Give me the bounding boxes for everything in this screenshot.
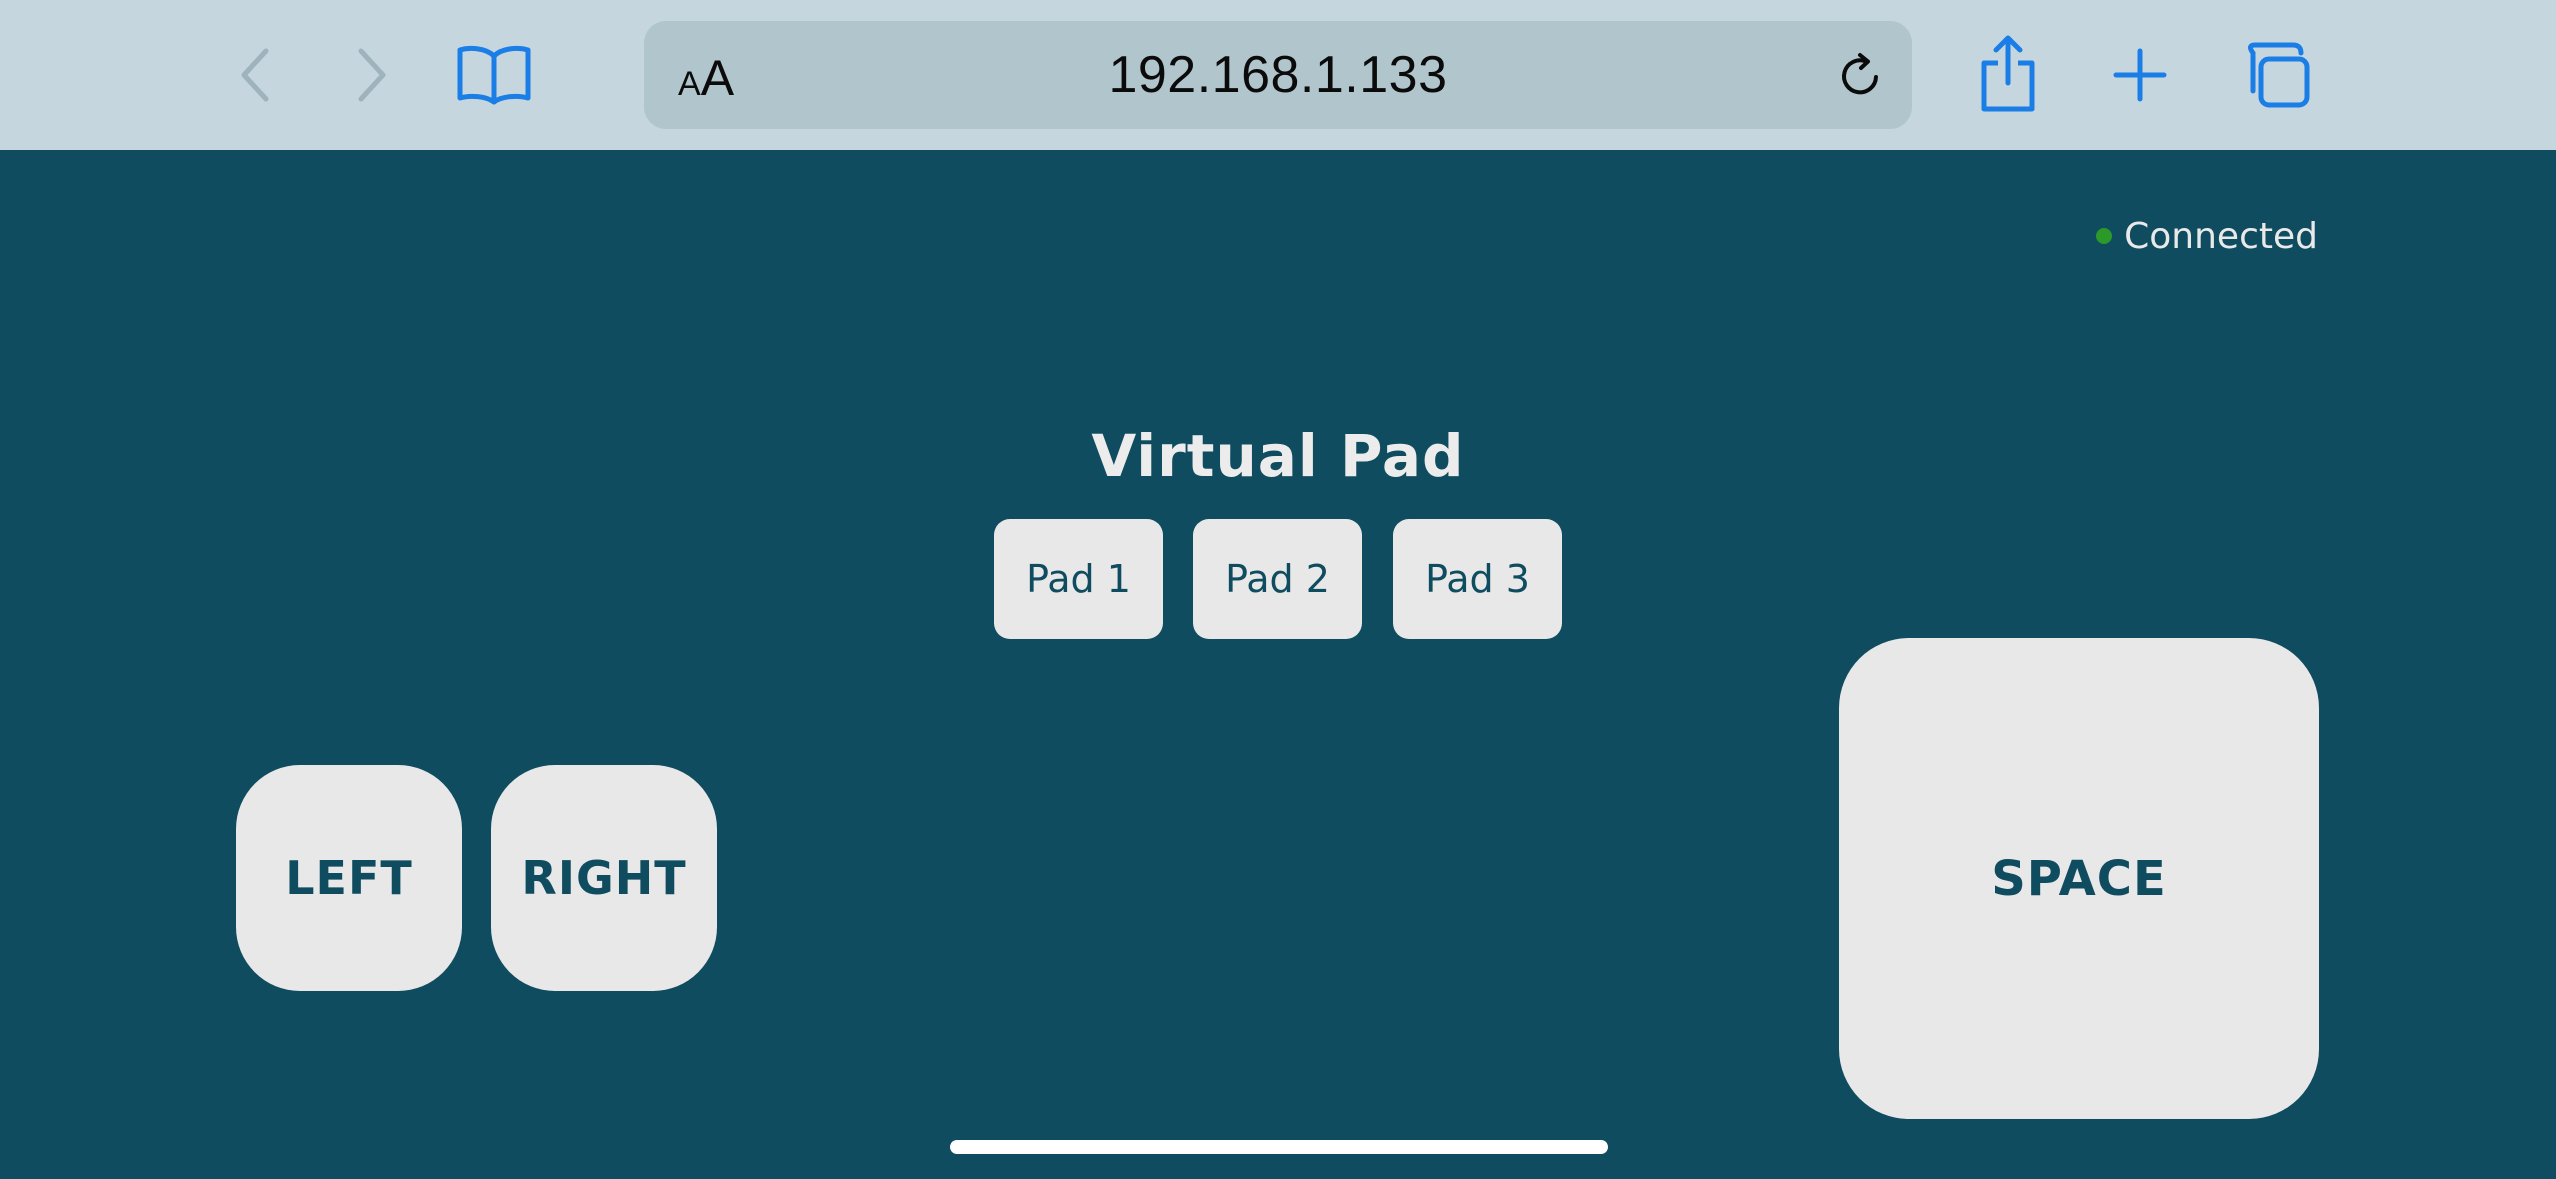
book-icon[interactable]: [454, 40, 534, 110]
address-bar[interactable]: A A 192.168.1.133: [644, 21, 1912, 129]
url-text[interactable]: 192.168.1.133: [644, 21, 1912, 129]
browser-toolbar: A A 192.168.1.133: [0, 0, 2556, 150]
left-button[interactable]: LEFT: [236, 765, 462, 991]
pad-1-button[interactable]: Pad 1: [994, 519, 1163, 639]
home-indicator[interactable]: [950, 1140, 1608, 1154]
pad-2-button[interactable]: Pad 2: [1193, 519, 1362, 639]
pad-3-button[interactable]: Pad 3: [1393, 519, 1562, 639]
chevron-left-icon[interactable]: [230, 42, 282, 108]
right-button[interactable]: RIGHT: [491, 765, 717, 991]
chevron-right-icon[interactable]: [345, 42, 397, 108]
page-title: Virtual Pad: [1091, 422, 1465, 490]
share-icon[interactable]: [1976, 34, 2040, 114]
plus-icon[interactable]: [2110, 45, 2170, 105]
reload-icon[interactable]: [1836, 51, 1886, 101]
connection-status: Connected: [2096, 212, 2318, 260]
space-button[interactable]: SPACE: [1839, 638, 2319, 1119]
tabs-icon[interactable]: [2242, 40, 2312, 110]
status-dot-icon: [2096, 228, 2113, 244]
status-label: Connected: [2124, 215, 2318, 257]
